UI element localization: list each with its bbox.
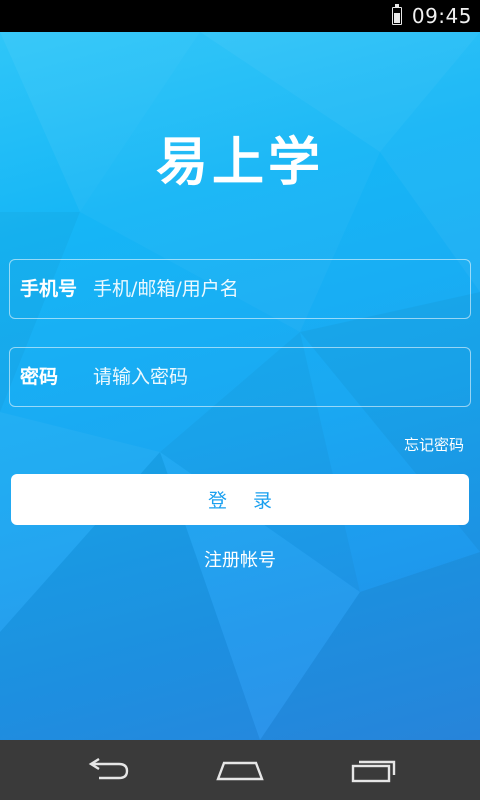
phone-input[interactable] [93,260,463,318]
login-background: 易上学 手机号 密码 忘记密码 登录 注册帐号 [0,32,480,740]
password-input[interactable] [93,348,463,406]
app-logo: 易上学 [155,133,324,193]
phone-field[interactable]: 手机号 [9,259,471,319]
register-link[interactable]: 注册帐号 [0,546,480,572]
navigation-bar [0,740,480,800]
back-icon [88,757,129,780]
password-field[interactable]: 密码 [9,347,471,407]
login-screen: 09:45 易上学 手机号 密码 忘记密码 登录 [0,0,480,800]
phone-label: 手机号 [20,278,78,300]
login-button[interactable]: 登录 [11,474,469,525]
back-button[interactable] [67,750,147,790]
status-bar: 09:45 [0,0,480,32]
battery-icon [391,4,402,25]
home-button[interactable] [200,750,280,790]
battery-level-fill [393,13,400,23]
recents-icon [351,760,396,783]
recents-button[interactable] [334,750,414,790]
home-icon [216,761,264,781]
forgot-password-link[interactable]: 忘记密码 [404,434,464,455]
password-label: 密码 [20,366,59,388]
status-clock: 09:45 [411,4,472,28]
status-icons: 09:45 [391,0,472,32]
